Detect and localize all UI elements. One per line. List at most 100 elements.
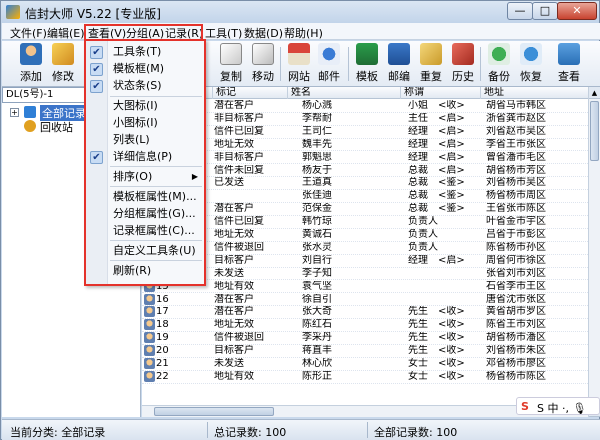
cell-mark: 未发送 — [214, 267, 244, 279]
status-total: 总记录数: 100 — [214, 426, 287, 439]
avatar-icon — [144, 306, 155, 318]
menu-item[interactable]: ✔ 状态条(S) — [86, 78, 204, 94]
cell-mark: 潜在客户 — [214, 293, 254, 305]
menu-item[interactable]: 刷新(R) — [86, 263, 204, 279]
table-row[interactable]: 已发送 王道真 总裁 <鉴> 刘省杨市吴区 — [142, 177, 588, 191]
duplicate-button[interactable]: 重复 — [414, 43, 448, 85]
table-row[interactable]: 张佳迪 总裁 <鉴> 杨省杨市周区 — [142, 190, 588, 204]
website-button[interactable]: 网站 — [282, 43, 316, 85]
add-label: 添加 — [20, 70, 42, 83]
menu-file[interactable]: 文件(F) — [10, 25, 47, 41]
backup-button[interactable]: 备份 — [482, 43, 516, 85]
cell-name: 杨友于 — [302, 164, 332, 176]
menu-item-label: 详细信息(P) — [113, 150, 173, 163]
cell-name: 陈形正 — [302, 370, 332, 382]
table-row[interactable]: 地址无效 黄诚石 负责人 吕省于市彭区 — [142, 229, 588, 242]
table-row[interactable]: 16 潜在客户 徐自引 唐省沈市张区 — [142, 293, 588, 307]
vertical-scrollbar[interactable]: ▲ ▼ — [588, 87, 600, 417]
table-header: 标记 姓名 称谓 地址 — [142, 87, 588, 99]
menu-item[interactable]: 自定义工具条(U) — [86, 243, 204, 259]
table-row[interactable]: 地址无效 魏丰先 经理 <启> 李省王市张区 — [142, 139, 588, 152]
menu-item[interactable]: 小图标(I) — [86, 115, 204, 131]
ime-toolbar[interactable]: S S 中 ·, 🎙 — [516, 397, 600, 415]
copy-button[interactable]: 复制 — [214, 43, 248, 85]
header-name[interactable]: 姓名 — [287, 87, 387, 99]
table-row[interactable]: 信件已回复 王司仁 经理 <启> 刘省赵市吴区 — [142, 126, 588, 139]
row-number: 17 — [156, 306, 169, 318]
history-icon — [452, 43, 474, 65]
mail-button[interactable]: 邮件 — [312, 43, 346, 85]
checkmark-icon: ✔ — [90, 46, 103, 59]
header-mark[interactable]: 标记 — [212, 87, 287, 99]
table-row[interactable]: 目标客户 刘自行 经理 <启> 周省何市徐区 — [142, 255, 588, 268]
cell-name: 刘自行 — [302, 254, 332, 266]
menu-item[interactable]: 大图标(I) — [86, 98, 204, 114]
table-row[interactable]: 22 地址有效 陈形正 女士 <收> 杨省杨市陈区 — [142, 370, 588, 384]
cell-mark: 地址无效 — [214, 319, 254, 331]
menu-item[interactable]: 分组框属性(G)... — [86, 206, 204, 222]
cell-mark: 地址无效 — [214, 138, 254, 150]
postal-button[interactable]: 邮编 — [382, 43, 416, 85]
table-row[interactable]: 15 地址有效 袁气坚 石省李市王区 — [142, 280, 588, 294]
cell-address: 邓省杨市廖区 — [486, 358, 546, 369]
view-label: 查看 — [558, 70, 580, 83]
table-row[interactable]: 17 潜在客户 张大奇 先生 <收> 黄省胡市罗区 — [142, 306, 588, 320]
scroll-thumb[interactable] — [590, 101, 599, 161]
table-row[interactable]: 信件被退回 张水灵 负责人 陈省杨市孙区 — [142, 242, 588, 255]
table-row[interactable]: 潜在客户 杨心溅 小姐 <收> 胡省马市韩区 — [142, 100, 588, 113]
restore-button[interactable]: 恢复 — [514, 43, 548, 85]
header-address[interactable]: 地址 — [480, 87, 588, 99]
cell-tag: <收> — [438, 345, 465, 357]
cell-address: 李省王市张区 — [486, 138, 546, 150]
menu-item-label: 状态条(S) — [113, 79, 162, 92]
cell-name: 陈红石 — [302, 319, 332, 331]
view-button[interactable]: 查看 — [552, 43, 586, 85]
recycle-bin-icon — [24, 120, 36, 132]
menu-edit[interactable]: 编辑(E) — [47, 25, 85, 41]
table-row[interactable]: 19 信件被退回 李采丹 先生 <收> 胡省杨市潘区 — [142, 332, 588, 345]
scroll-up-icon[interactable]: ▲ — [589, 87, 600, 99]
table-row[interactable]: 非目标客户 郭魁思 经理 <启> 曾省潘市毛区 — [142, 152, 588, 165]
menu-tools[interactable]: 工具(T) — [205, 25, 242, 41]
avatar-icon — [144, 293, 155, 305]
table-row[interactable]: 未发送 李子知 张省刘市刘区 — [142, 268, 588, 281]
history-button[interactable]: 历史 — [446, 43, 480, 85]
edit-button[interactable]: 修改 — [46, 43, 80, 85]
table-row[interactable]: 信件已回复 韩竹琼 负责人 叶省金市宇区 — [142, 216, 588, 229]
menu-data[interactable]: 数据(D) — [244, 25, 283, 41]
template-button[interactable]: 模板 — [350, 43, 384, 85]
header-title[interactable]: 称谓 — [400, 87, 480, 99]
cell-address: 胡省杨市芳区 — [486, 164, 546, 176]
cell-mark: 潜在客户 — [214, 203, 254, 215]
scroll-thumb[interactable] — [154, 407, 274, 416]
menu-item[interactable]: 模板框属性(M)... — [86, 189, 204, 205]
close-button[interactable]: ✕ — [557, 2, 597, 20]
table-row[interactable]: 非目标客户 李帮耐 主任 <启> 浙省龚市赵区 — [142, 113, 588, 126]
menu-item[interactable]: ✔ 模板框(M) — [86, 61, 204, 77]
minimize-button[interactable]: — — [507, 2, 533, 20]
table-row[interactable]: 18 地址无效 陈红石 先生 <收> 陈省王市刘区 — [142, 319, 588, 333]
cell-name: 王道真 — [302, 177, 332, 189]
menu-item[interactable]: ✔ 详细信息(P) — [86, 149, 204, 165]
move-button[interactable]: 移动 — [246, 43, 280, 85]
menu-item-label: 分组框属性(G)... — [113, 207, 196, 220]
avatar-icon — [144, 370, 155, 382]
table-row[interactable]: 21 未发送 林心欣 女士 <收> 邓省杨市廖区 — [142, 358, 588, 371]
row-number: 21 — [156, 358, 169, 369]
menu-item[interactable]: 排序(O) ▶ — [86, 169, 204, 185]
table-row[interactable]: 20 目标客户 蒋直丰 先生 <收> 刘省杨市朱区 — [142, 345, 588, 358]
table-row[interactable]: 潜在客户 范保金 总裁 <鉴> 王省张市陈区 — [142, 203, 588, 216]
duplicate-label: 重复 — [420, 70, 442, 83]
menu-item[interactable]: ✔ 工具条(T) — [86, 44, 204, 60]
cell-name: 李帮耐 — [302, 112, 332, 124]
menu-item-label: 模板框(M) — [113, 62, 165, 75]
cell-tag: <启> — [438, 125, 465, 137]
expand-icon[interactable]: + — [10, 108, 19, 117]
add-button[interactable]: 添加 — [14, 43, 48, 85]
menu-help[interactable]: 帮助(H) — [284, 25, 323, 41]
ime-status: S 中 ·, 🎙 — [537, 402, 587, 415]
menu-item[interactable]: 列表(L) — [86, 132, 204, 148]
maximize-button[interactable]: □ — [532, 2, 558, 20]
menu-item[interactable]: 记录框属性(C)... — [86, 223, 204, 239]
table-row[interactable]: 信件未回复 杨友于 总裁 <启> 胡省杨市芳区 — [142, 165, 588, 178]
